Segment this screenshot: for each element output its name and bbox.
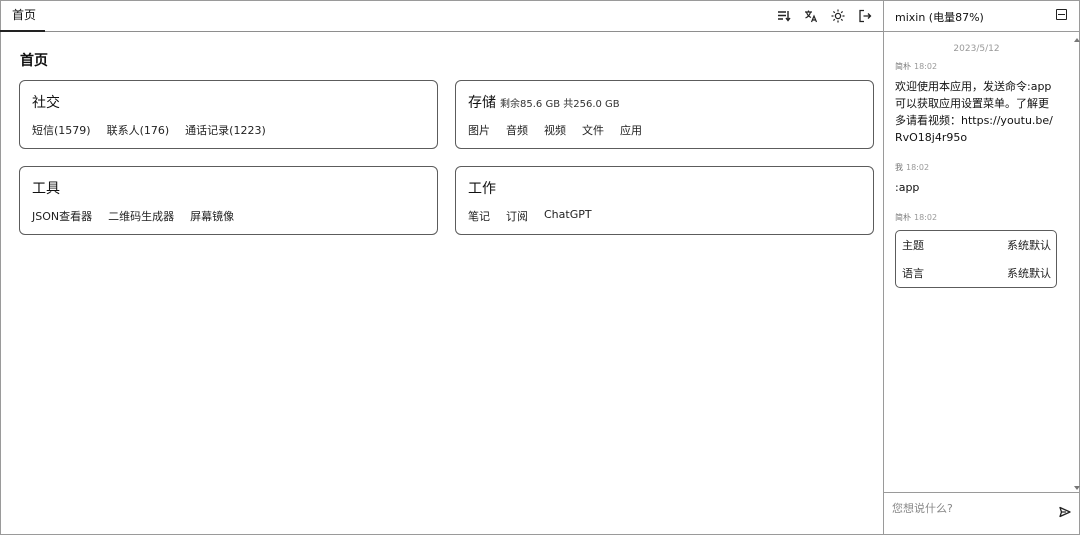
card-storage-title: 存储 剩余85.6 GB 共256.0 GB (468, 92, 620, 112)
active-tab-indicator (0, 30, 45, 32)
sort-icon[interactable] (775, 7, 792, 24)
card-tools-title: 工具 (32, 178, 60, 198)
link-images[interactable]: 图片 (468, 122, 490, 138)
card-storage-links: 图片 音频 视频 文件 应用 (468, 122, 642, 138)
tab-bar: 首页 (0, 0, 883, 32)
storage-usage: 剩余85.6 GB 共256.0 GB (500, 99, 620, 110)
card-work-title-text: 工作 (468, 181, 496, 197)
card-tools-links: JSON查看器 二维码生成器 屏幕镜像 (32, 208, 234, 224)
link-files[interactable]: 文件 (582, 122, 604, 138)
chat-input-bar (884, 492, 1080, 536)
link-feeds[interactable]: 订阅 (506, 208, 528, 224)
scroll-down-arrow-icon[interactable] (1074, 486, 1080, 490)
link-call-log[interactable]: 通话记录(1223) (185, 122, 266, 138)
card-tools-title-text: 工具 (32, 181, 60, 197)
translate-icon[interactable] (802, 7, 819, 24)
message-time: 18:02 (914, 213, 938, 222)
tab-home[interactable]: 首页 (0, 0, 48, 30)
theme-icon[interactable] (829, 7, 846, 24)
message-time: 18:02 (914, 62, 938, 71)
link-json-viewer[interactable]: JSON查看器 (32, 208, 92, 224)
setting-value[interactable]: 系统默认 (1007, 265, 1051, 281)
settings-menu: 主题 系统默认 语言 系统默认 (895, 230, 1057, 288)
chat-messages[interactable]: 2023/5/12 简朴 18:02 欢迎使用本应用，发送命令:app可以获取应用… (884, 32, 1080, 492)
link-screen-mirror[interactable]: 屏幕镜像 (190, 208, 234, 224)
message-sender: 简朴 (895, 62, 911, 71)
main-pane: 首页 首页 社交 短信(1579) 联系人(176) 通话记录(1223) 存储… (0, 0, 883, 535)
message-text: 欢迎使用本应用，发送命令:app可以获取应用设置菜单。了解更多请看视频：http… (895, 80, 1053, 144)
card-social-title-text: 社交 (32, 95, 60, 111)
card-storage: 存储 剩余85.6 GB 共256.0 GB 图片 音频 视频 文件 应用 (455, 80, 874, 149)
setting-value[interactable]: 系统默认 (1007, 237, 1051, 253)
link-apps[interactable]: 应用 (620, 122, 642, 138)
link-chatgpt[interactable]: ChatGPT (544, 208, 592, 224)
setting-language[interactable]: 语言 系统默认 (902, 265, 1051, 281)
tab-home-label: 首页 (12, 8, 37, 22)
link-video[interactable]: 视频 (544, 122, 566, 138)
link-audio[interactable]: 音频 (506, 122, 528, 138)
scroll-up-arrow-icon[interactable] (1074, 38, 1080, 42)
link-qrcode-generator[interactable]: 二维码生成器 (108, 208, 174, 224)
chat-date: 2023/5/12 (953, 44, 1000, 54)
message-text: :app (895, 181, 920, 194)
message-sender: 简朴 (895, 213, 911, 222)
card-work: 工作 笔记 订阅 ChatGPT (455, 166, 874, 235)
message-meta: 简朴 18:02 (895, 212, 937, 223)
card-social: 社交 短信(1579) 联系人(176) 通话记录(1223) (19, 80, 438, 149)
card-tools: 工具 JSON查看器 二维码生成器 屏幕镜像 (19, 166, 438, 235)
message-sender: 我 (895, 163, 903, 172)
chat-input[interactable] (892, 499, 1052, 517)
card-social-links: 短信(1579) 联系人(176) 通话记录(1223) (32, 122, 266, 138)
setting-label: 语言 (902, 267, 924, 280)
card-storage-title-text: 存储 (468, 95, 496, 111)
chat-header: mixin (电量87%) (884, 0, 1080, 32)
chat-pane: mixin (电量87%) 2023/5/12 简朴 18:02 欢迎使用本应用，… (884, 0, 1080, 535)
chat-scrollbar[interactable] (1074, 38, 1080, 490)
card-work-title: 工作 (468, 178, 496, 198)
setting-theme[interactable]: 主题 系统默认 (902, 237, 1051, 253)
message-meta: 简朴 18:02 (895, 61, 937, 72)
setting-label: 主题 (902, 239, 924, 252)
toolbar (775, 7, 873, 24)
chat-title: mixin (电量87%) (895, 11, 984, 24)
send-icon[interactable] (1058, 505, 1072, 519)
collapse-icon[interactable] (1056, 9, 1067, 20)
card-social-title: 社交 (32, 92, 60, 112)
card-work-links: 笔记 订阅 ChatGPT (468, 208, 592, 224)
message-time: 18:02 (906, 163, 930, 172)
link-contacts[interactable]: 联系人(176) (107, 122, 170, 138)
link-sms[interactable]: 短信(1579) (32, 122, 91, 138)
page-title: 首页 (20, 53, 48, 69)
message-meta: 我 18:02 (895, 162, 929, 173)
link-notes[interactable]: 笔记 (468, 208, 490, 224)
logout-icon[interactable] (856, 7, 873, 24)
